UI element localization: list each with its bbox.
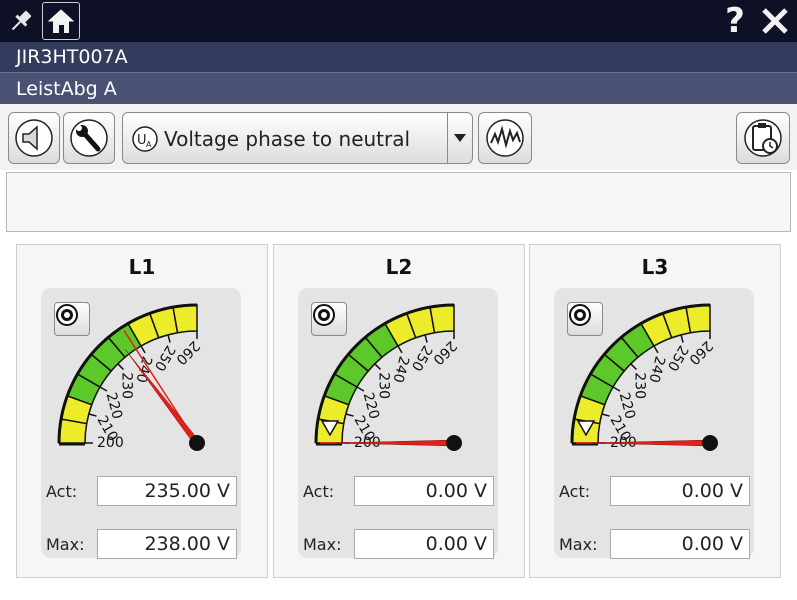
- max-label: Max:: [559, 535, 598, 554]
- gauge-segment: [685, 304, 711, 334]
- gauge-hub: [702, 435, 718, 451]
- voltage-gauge: 200210220230240250260 Act: 0.00 V Max: 0…: [298, 288, 498, 559]
- max-value: 0.00 V: [354, 529, 494, 559]
- gauge-segment: [429, 304, 455, 334]
- target-button[interactable]: [54, 302, 90, 336]
- help-button[interactable]: ?: [718, 1, 752, 41]
- gauge-tick-label: 240: [389, 354, 411, 384]
- gauge-tick-label: 260: [429, 337, 459, 367]
- target-icon: [56, 304, 78, 326]
- wrench-icon: [70, 119, 108, 157]
- gauge-tick: [601, 413, 610, 417]
- voltage-gauge: 200210220230240250260 Act: 0.00 V Max: 0…: [554, 288, 754, 559]
- max-label: Max:: [46, 535, 85, 554]
- act-label: Act:: [46, 482, 78, 501]
- gauge-tick: [630, 363, 637, 370]
- gauge-hub: [189, 435, 205, 451]
- target-icon: [569, 304, 591, 326]
- settings-button[interactable]: [63, 112, 115, 164]
- device-id: JIR3HT007A: [16, 46, 128, 68]
- clipboard-clock-icon: [744, 119, 782, 157]
- gauge-tick: [167, 334, 171, 343]
- gauge-tick-label: 230: [375, 372, 391, 399]
- gauge-tick: [612, 386, 621, 392]
- svg-text:A: A: [146, 140, 152, 149]
- gauge-tick-label: 260: [172, 337, 202, 367]
- phase-panel-l2: L2 200210220230240250260 Act: 0.00 V Max…: [273, 244, 525, 578]
- phase-title: L3: [641, 255, 669, 279]
- gauge-tick-label: 230: [631, 372, 647, 399]
- max-value: 0.00 V: [610, 529, 750, 559]
- phase-panel-l3: L3 200210220230240250260 Act: 0.00 V Max…: [529, 244, 781, 578]
- gauge-tick: [397, 345, 403, 354]
- waveform-icon: [486, 119, 524, 157]
- logger-button[interactable]: [736, 112, 790, 164]
- target-icon: [313, 304, 335, 326]
- act-label: Act:: [303, 482, 335, 501]
- window-title-bar: ?: [0, 0, 797, 42]
- act-value: 235.00 V: [97, 476, 237, 506]
- act-label: Act:: [559, 482, 591, 501]
- device-header: JIR3HT007A: [0, 42, 797, 72]
- voltage-symbol-icon: U A: [132, 126, 158, 152]
- target-button[interactable]: [567, 302, 603, 336]
- gauge-tick-label: 240: [645, 354, 667, 384]
- phase-title: L1: [128, 255, 156, 279]
- gauge-segment: [172, 304, 198, 334]
- gauge-tick: [374, 363, 381, 370]
- phase-title: L2: [385, 255, 413, 279]
- measurement-header: LeistAbg A: [0, 72, 797, 104]
- voltage-gauge: 200 210 220 230 240 250 260 Act: 235.00 V Max:…: [41, 288, 241, 559]
- measurement-dropdown-value: Voltage phase to neutral: [164, 127, 411, 151]
- speaker-icon: [15, 119, 53, 157]
- measurement-dropdown[interactable]: U A Voltage phase to neutral: [122, 112, 473, 164]
- max-label: Max:: [303, 535, 342, 554]
- help-icon: ?: [725, 1, 745, 41]
- gauge-tick: [653, 345, 659, 354]
- target-button[interactable]: [311, 302, 347, 336]
- chevron-down-icon[interactable]: [447, 113, 472, 163]
- sound-button[interactable]: [8, 112, 60, 164]
- gauge-tick: [356, 386, 365, 392]
- gauge-tick: [140, 345, 146, 354]
- measurement-group: LeistAbg A: [16, 77, 117, 100]
- gauge-hub: [446, 435, 462, 451]
- home-button[interactable]: [42, 2, 80, 40]
- act-value: 0.00 V: [610, 476, 750, 506]
- gauge-tick: [424, 334, 428, 343]
- pin-icon[interactable]: [4, 2, 38, 40]
- max-value: 238.00 V: [97, 529, 237, 559]
- home-icon: [47, 9, 75, 33]
- toolbar: U A Voltage phase to neutral: [0, 104, 797, 170]
- info-box: [6, 172, 791, 232]
- gauge-tick: [99, 386, 108, 392]
- waveform-button[interactable]: [478, 112, 532, 164]
- act-value: 0.00 V: [354, 476, 494, 506]
- gauge-tick-label: 240: [132, 354, 154, 384]
- close-button[interactable]: [756, 2, 794, 40]
- gauge-tick: [680, 334, 684, 343]
- gauge-tick: [88, 413, 97, 417]
- close-icon: [762, 8, 788, 34]
- gauge-tick: [345, 413, 354, 417]
- gauge-tick: [117, 363, 124, 370]
- gauge-tick-label: 260: [685, 337, 715, 367]
- gauge-tick-label: 230: [118, 372, 134, 399]
- phase-panel-l1: L1 200 210 220 230 240 250 260 Act: 235.00 V M…: [16, 244, 268, 578]
